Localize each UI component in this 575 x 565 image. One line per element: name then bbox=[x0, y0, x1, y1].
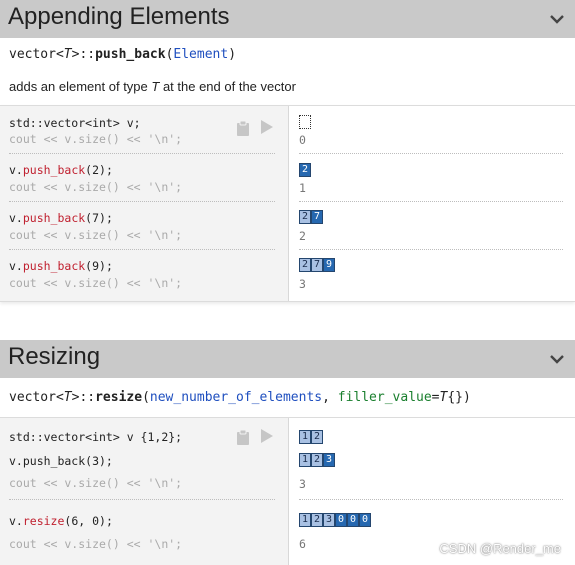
vector-cell-empty bbox=[299, 115, 311, 129]
section-title: Resizing bbox=[8, 343, 101, 370]
code-line: cout << v.size() << '\n'; bbox=[9, 276, 183, 290]
row-divider bbox=[299, 249, 563, 250]
chevron-down-icon[interactable] bbox=[549, 11, 565, 27]
vector-visual: 123000 bbox=[299, 513, 371, 527]
clipboard-icon[interactable] bbox=[236, 429, 250, 445]
vector-cell: 3 bbox=[323, 453, 335, 467]
code-example-panel: std::vector<int> v; cout << v.size() << … bbox=[0, 105, 575, 302]
chevron-down-icon[interactable] bbox=[549, 351, 565, 367]
code-line: cout << v.size() << '\n'; bbox=[9, 537, 183, 551]
size-output: 2 bbox=[299, 229, 306, 243]
vector-cell: 2 bbox=[299, 258, 311, 272]
code-line: v.resize(6, 0); bbox=[9, 514, 113, 528]
code-line: v.push_back(7); bbox=[9, 211, 113, 225]
vector-visual: 27 bbox=[299, 210, 323, 224]
vector-cell: 1 bbox=[299, 453, 311, 467]
code-line: v.push_back(3); bbox=[9, 454, 113, 468]
clipboard-icon[interactable] bbox=[236, 120, 250, 136]
code-line: std::vector<int> v; bbox=[9, 116, 141, 130]
size-output: 3 bbox=[299, 477, 306, 491]
vector-cell: 0 bbox=[347, 513, 359, 527]
row-divider bbox=[9, 201, 275, 202]
size-output: 3 bbox=[299, 277, 306, 291]
vector-cell: 0 bbox=[359, 513, 371, 527]
play-icon[interactable] bbox=[260, 119, 274, 135]
vector-cell: 1 bbox=[299, 513, 311, 527]
function-signature: vector<T>::push_back(Element) bbox=[9, 47, 237, 62]
vector-cell: 9 bbox=[323, 258, 335, 272]
section-title: Appending Elements bbox=[8, 3, 230, 30]
size-output: 1 bbox=[299, 181, 306, 195]
vector-cell: 7 bbox=[311, 210, 323, 224]
row-divider bbox=[9, 153, 275, 154]
vector-visual: 12 bbox=[299, 430, 323, 444]
vector-cell: 2 bbox=[299, 163, 311, 177]
vector-cell: 1 bbox=[299, 430, 311, 444]
code-line: cout << v.size() << '\n'; bbox=[9, 228, 183, 242]
vector-visual: 123 bbox=[299, 453, 335, 467]
code-line: v.push_back(9); bbox=[9, 259, 113, 273]
code-line: cout << v.size() << '\n'; bbox=[9, 180, 183, 194]
section-header-appending[interactable]: Appending Elements bbox=[0, 0, 575, 38]
code-line: std::vector<int> v {1,2}; bbox=[9, 430, 183, 444]
row-divider bbox=[9, 499, 275, 500]
vector-cell: 2 bbox=[311, 513, 323, 527]
code-line: cout << v.size() << '\n'; bbox=[9, 476, 183, 490]
row-divider bbox=[299, 201, 563, 202]
vector-visual: 2 bbox=[299, 163, 311, 177]
vector-cell: 2 bbox=[299, 210, 311, 224]
code-line: v.push_back(2); bbox=[9, 163, 113, 177]
function-signature: vector<T>::resize(new_number_of_elements… bbox=[9, 390, 471, 405]
row-divider bbox=[9, 249, 275, 250]
watermark: CSDN @Render_me bbox=[439, 541, 561, 556]
code-pane: std::vector<int> v; cout << v.size() << … bbox=[0, 106, 288, 301]
vector-cell: 3 bbox=[323, 513, 335, 527]
section-header-resizing[interactable]: Resizing bbox=[0, 340, 575, 378]
code-pane: std::vector<int> v {1,2}; v.push_back(3)… bbox=[0, 418, 288, 565]
function-description: adds an element of type T at the end of … bbox=[9, 79, 296, 94]
vector-cell: 2 bbox=[311, 453, 323, 467]
row-divider bbox=[299, 153, 563, 154]
vector-visual: 279 bbox=[299, 258, 335, 272]
vector-cell: 7 bbox=[311, 258, 323, 272]
play-icon[interactable] bbox=[260, 428, 274, 444]
code-line: cout << v.size() << '\n'; bbox=[9, 132, 183, 146]
row-divider bbox=[299, 499, 563, 500]
size-output: 0 bbox=[299, 133, 306, 147]
size-output: 6 bbox=[299, 537, 306, 551]
vector-visual bbox=[299, 115, 311, 129]
vector-cell: 2 bbox=[311, 430, 323, 444]
output-pane: 0 2 1 27 2 279 3 bbox=[288, 106, 575, 301]
vector-cell: 0 bbox=[335, 513, 347, 527]
